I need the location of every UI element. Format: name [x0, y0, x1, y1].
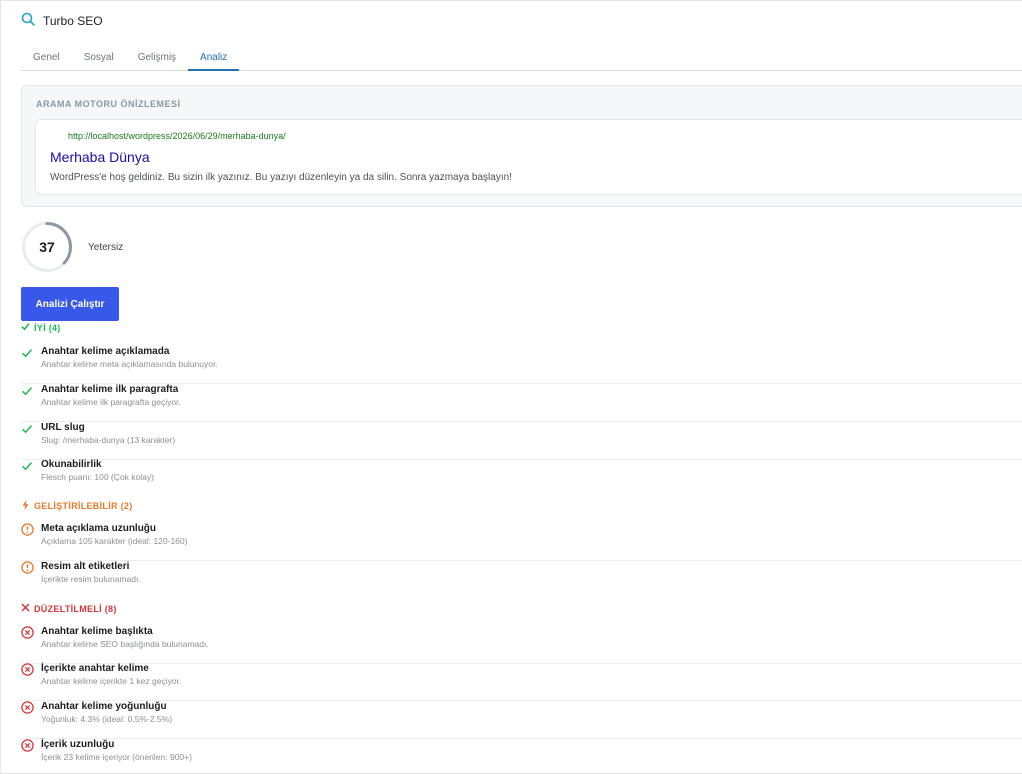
list-item: Resim alt etiketleri İçerikte resim bulu…: [21, 561, 1022, 599]
list-item: URL slug Slug: /merhaba-dunya (13 karakt…: [21, 422, 1022, 460]
item-title: Resim alt etiketleri: [41, 561, 130, 572]
error-icon: [21, 663, 35, 677]
error-icon: [21, 701, 35, 715]
item-description: İçerik 23 kelime içeriyor (önerilen: 900…: [41, 752, 192, 762]
list-item: Okunabilirlik Flesch puanı: 100 (Çok kol…: [21, 459, 1022, 497]
warning-icon: [21, 523, 35, 537]
item-description: Anahtar kelime ilk paragrafta geçiyor.: [41, 397, 181, 407]
check-icon: [21, 322, 30, 333]
search-icon: [21, 12, 35, 31]
check-icon: [21, 459, 35, 473]
error-icon: [21, 626, 35, 640]
lightning-icon: [21, 500, 30, 512]
item-title: İçerikte anahtar kelime: [41, 663, 149, 674]
list-item: Anahtar kelime yoğunluğu Yoğunluk: 4.3% …: [21, 701, 1022, 739]
item-description: Anahtar kelime içerikte 1 kez geçiyor.: [41, 676, 182, 686]
item-description: Anahtar kelime SEO başlığında bulunamadı…: [41, 639, 209, 649]
item-description: Slug: /merhaba-dunya (13 karakter): [41, 435, 176, 445]
seo-panel: Turbo SEO Genel Sosyal Gelişmiş Analiz A…: [0, 0, 1022, 774]
group-good-heading: İYİ (4): [21, 322, 61, 333]
group-good-title: İYİ (4): [34, 322, 61, 333]
item-title: Meta açıklama uzunluğu: [41, 523, 157, 534]
serp-title: Merhaba Dünya: [50, 149, 150, 165]
item-description: Yoğunluk: 4.3% (ideal: 0.5%-2.5%): [41, 714, 173, 724]
list-item: Anahtar kelime açıklamada Anahtar kelime…: [21, 346, 1022, 384]
item-title: Okunabilirlik: [41, 459, 102, 470]
tab-analiz[interactable]: Analiz: [188, 45, 240, 71]
tab-genel[interactable]: Genel: [21, 45, 72, 71]
list-item: Anahtar kelime ilk paragrafta Anahtar ke…: [21, 384, 1022, 422]
group-bad-title: DÜZELTİLMELİ (8): [34, 603, 117, 614]
list-item: Meta açıklama uzunluğu Açıklama 105 kara…: [21, 523, 1022, 561]
warning-icon: [21, 561, 35, 575]
error-icon: [21, 739, 35, 753]
score-label: Yetersiz: [88, 242, 124, 253]
list-item: İçerikte anahtar kelime Anahtar kelime i…: [21, 663, 1022, 701]
group-bad-heading: DÜZELTİLMELİ (8): [21, 603, 117, 614]
item-description: Açıklama 105 karakter (ideal: 120-160): [41, 536, 188, 546]
list-item: İçerik uzunluğu İçerik 23 kelime içeriyo…: [21, 739, 1022, 773]
list-item: Anahtar kelime başlıkta Anahtar kelime S…: [21, 626, 1022, 664]
item-title: Anahtar kelime başlıkta: [41, 626, 153, 637]
check-icon: [21, 384, 35, 398]
item-description: Flesch puanı: 100 (Çok kolay): [41, 472, 154, 482]
item-description: Anahtar kelime meta açıklamasında bulunu…: [41, 359, 218, 369]
group-improve-heading: GELİŞTİRİLEBİLİR (2): [21, 500, 133, 512]
panel-title: Turbo SEO: [43, 14, 103, 28]
score-ring: 37: [21, 221, 73, 273]
serp-description: WordPress'e hoş geldiniz. Bu sizin ilk y…: [50, 172, 512, 183]
check-icon: [21, 422, 35, 436]
search-preview: ARAMA MOTORU ÖNİZLEMESİ http://localhost…: [21, 85, 1022, 207]
item-title: İçerik uzunluğu: [41, 739, 115, 750]
item-title: Anahtar kelime yoğunluğu: [41, 701, 167, 712]
panel-header: Turbo SEO: [21, 12, 103, 31]
serp-card: http://localhost/wordpress/2026/06/29/me…: [35, 119, 1022, 195]
serp-url: http://localhost/wordpress/2026/06/29/me…: [68, 131, 286, 141]
check-icon: [21, 346, 35, 360]
tab-bar: Genel Sosyal Gelişmiş Analiz: [21, 45, 1022, 71]
group-improve-title: GELİŞTİRİLEBİLİR (2): [34, 501, 133, 511]
score-value: 37: [39, 239, 55, 255]
cross-icon: [21, 603, 30, 614]
item-title: Anahtar kelime açıklamada: [41, 346, 170, 357]
tab-sosyal[interactable]: Sosyal: [72, 45, 126, 71]
item-description: İçerikte resim bulunamadı.: [41, 574, 141, 584]
preview-heading: ARAMA MOTORU ÖNİZLEMESİ: [36, 99, 181, 109]
item-title: Anahtar kelime ilk paragrafta: [41, 384, 179, 395]
item-title: URL slug: [41, 422, 85, 433]
tab-gelismis[interactable]: Gelişmiş: [126, 45, 188, 71]
run-analysis-button[interactable]: Analizi Çalıştır: [21, 287, 119, 321]
